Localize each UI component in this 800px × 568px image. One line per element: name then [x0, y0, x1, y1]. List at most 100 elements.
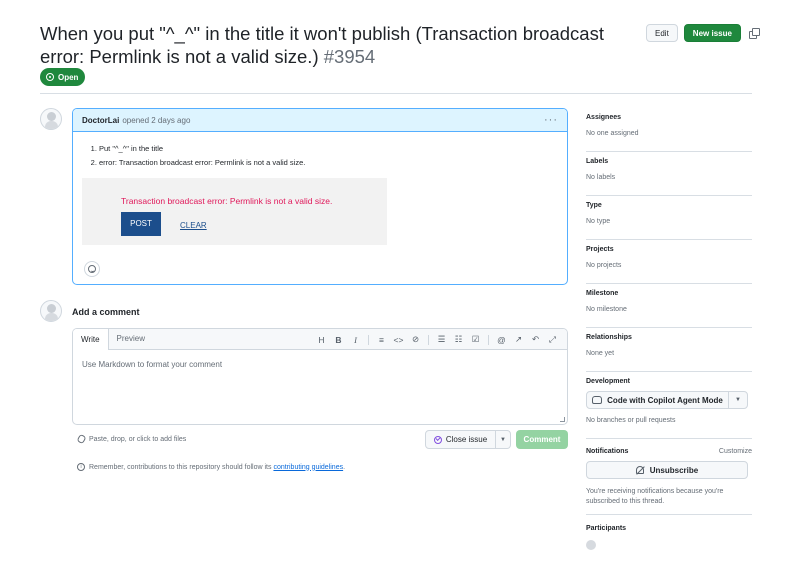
sidebar-development: Development Code with Copilot Agent Mode… [586, 378, 752, 439]
paperclip-icon [76, 433, 87, 445]
copy-icon[interactable] [748, 28, 760, 39]
sidebar-notifications: Notifications Customize Unsubscribe You'… [586, 448, 752, 515]
issue-header: When you put "^_^" in the title it won't… [40, 22, 640, 68]
close-issue-button[interactable]: Close issue ▼ [425, 430, 511, 449]
participant-avatar[interactable] [586, 540, 596, 550]
sidebar-milestone: Milestone No milestone [586, 290, 752, 328]
kebab-icon[interactable]: ··· [544, 114, 558, 126]
toolbar-divider [364, 334, 373, 345]
copilot-icon [592, 396, 603, 404]
projects-value: No projects [586, 262, 622, 269]
add-reaction-button[interactable] [84, 261, 100, 277]
list-item: error: Transaction broadcast error: Perm… [99, 156, 567, 170]
tab-write[interactable]: Write [73, 329, 109, 350]
mention-icon[interactable]: @ [493, 335, 510, 345]
editor-tabs: Write Preview H B I ≡ <> ⊘ ☰ ☷ ☑ @ ↗ ↶ ⤢ [73, 329, 567, 350]
author-avatar[interactable] [40, 108, 62, 130]
contributing-guidelines-link[interactable]: contributing guidelines [273, 464, 343, 471]
undo-icon[interactable]: ↶ [527, 334, 544, 345]
ordered-list-icon[interactable]: ☷ [450, 334, 467, 345]
notifications-header: Notifications Customize [586, 448, 752, 455]
comment-button[interactable]: Comment [516, 430, 568, 449]
customize-link[interactable]: Customize [719, 448, 752, 455]
toolbar-divider [484, 334, 493, 345]
comment-list: Put "^_^" in the title error: Transactio… [90, 142, 567, 170]
labels-value: No labels [586, 174, 616, 181]
comment-textarea[interactable]: Use Markdown to format your comment [73, 350, 567, 379]
participants-heading: Participants [586, 525, 627, 532]
type-heading[interactable]: Type [586, 202, 752, 209]
tab-preview[interactable]: Preview [109, 329, 153, 349]
issue-title: When you put "^_^" in the title it won't… [40, 22, 640, 68]
assignees-value: No one assigned [586, 130, 639, 137]
chevron-down-icon[interactable]: ▼ [496, 431, 510, 448]
check-circle-icon [433, 435, 442, 444]
relationships-value: None yet [586, 350, 615, 357]
labels-heading[interactable]: Labels [586, 158, 752, 165]
comment-meta[interactable]: opened 2 days ago [122, 116, 190, 125]
projects-heading[interactable]: Projects [586, 246, 752, 253]
sidebar-type: Type No type [586, 202, 752, 240]
embed-error-text: Transaction broadcast error: Permlink is… [121, 196, 333, 206]
comment-author[interactable]: DoctorLai [82, 116, 119, 125]
sidebar-assignees: Assignees No one assigned [586, 114, 752, 152]
link-icon[interactable]: ⊘ [407, 334, 424, 345]
copilot-agent-main[interactable]: Code with Copilot Agent Mode [587, 392, 729, 408]
comment-editor: Write Preview H B I ≡ <> ⊘ ☰ ☷ ☑ @ ↗ ↶ ⤢… [72, 328, 568, 425]
attach-files[interactable]: Paste, drop, or click to add files [76, 433, 187, 445]
unsubscribe-button[interactable]: Unsubscribe [586, 461, 748, 479]
notifications-note: You're receiving notifications because y… [586, 488, 724, 505]
header-divider [40, 93, 752, 94]
sidebar-relationships: Relationships None yet [586, 334, 752, 372]
sidebar-participants: Participants [586, 525, 752, 563]
relationships-heading[interactable]: Relationships [586, 334, 752, 341]
comment-header: DoctorLai opened 2 days ago ··· [73, 109, 567, 132]
quote-icon[interactable]: ≡ [373, 335, 390, 345]
status-badge-label: Open [58, 72, 79, 82]
milestone-heading[interactable]: Milestone [586, 290, 752, 297]
header-actions: Edit New issue [646, 24, 760, 42]
development-heading: Development [586, 378, 630, 385]
current-user-avatar[interactable] [40, 300, 62, 322]
chevron-down-icon[interactable]: ▼ [729, 392, 747, 408]
fullscreen-icon[interactable]: ⤢ [544, 334, 561, 345]
unsubscribe-label: Unsubscribe [649, 465, 699, 475]
toolbar-divider [424, 334, 433, 345]
comment-body: Put "^_^" in the title error: Transactio… [73, 132, 567, 245]
task-list-icon[interactable]: ☑ [467, 334, 484, 345]
list-item: Put "^_^" in the title [99, 142, 567, 156]
markdown-toolbar: H B I ≡ <> ⊘ ☰ ☷ ☑ @ ↗ ↶ ⤢ [313, 329, 561, 350]
development-value: No branches or pull requests [586, 417, 676, 424]
contribution-notice: i Remember, contributions to this reposi… [77, 463, 345, 471]
resize-handle-icon[interactable] [560, 417, 565, 422]
info-icon: i [77, 463, 85, 471]
embed-clear-link: CLEAR [180, 221, 207, 230]
smiley-icon [88, 265, 96, 273]
copilot-agent-label: Code with Copilot Agent Mode [607, 395, 723, 405]
milestone-value: No milestone [586, 306, 627, 313]
edit-button[interactable]: Edit [646, 24, 678, 42]
issue-opened-icon [46, 73, 54, 81]
copilot-agent-button[interactable]: Code with Copilot Agent Mode ▼ [586, 391, 748, 409]
close-issue-label: Close issue [445, 435, 488, 444]
sidebar-labels: Labels No labels [586, 158, 752, 196]
unordered-list-icon[interactable]: ☰ [433, 334, 450, 345]
type-value: No type [586, 218, 611, 225]
cross-reference-icon[interactable]: ↗ [510, 334, 527, 345]
assignees-heading[interactable]: Assignees [586, 114, 752, 121]
bold-icon[interactable]: B [330, 335, 347, 345]
heading-icon[interactable]: H [313, 335, 330, 345]
issue-title-text: When you put "^_^" in the title it won't… [40, 23, 604, 67]
close-issue-main[interactable]: Close issue [426, 431, 496, 448]
embed-post-button: POST [121, 212, 161, 236]
code-icon[interactable]: <> [390, 335, 407, 345]
status-badge: Open [40, 68, 86, 86]
sidebar-projects: Projects No projects [586, 246, 752, 284]
paste-hint: Paste, drop, or click to add files [89, 435, 187, 443]
add-comment-heading: Add a comment [72, 307, 140, 317]
notifications-heading: Notifications [586, 448, 629, 455]
new-issue-button[interactable]: New issue [683, 24, 741, 42]
italic-icon[interactable]: I [347, 335, 364, 345]
issue-comment: DoctorLai opened 2 days ago ··· Put "^_^… [72, 108, 568, 285]
bell-slash-icon [635, 466, 644, 474]
